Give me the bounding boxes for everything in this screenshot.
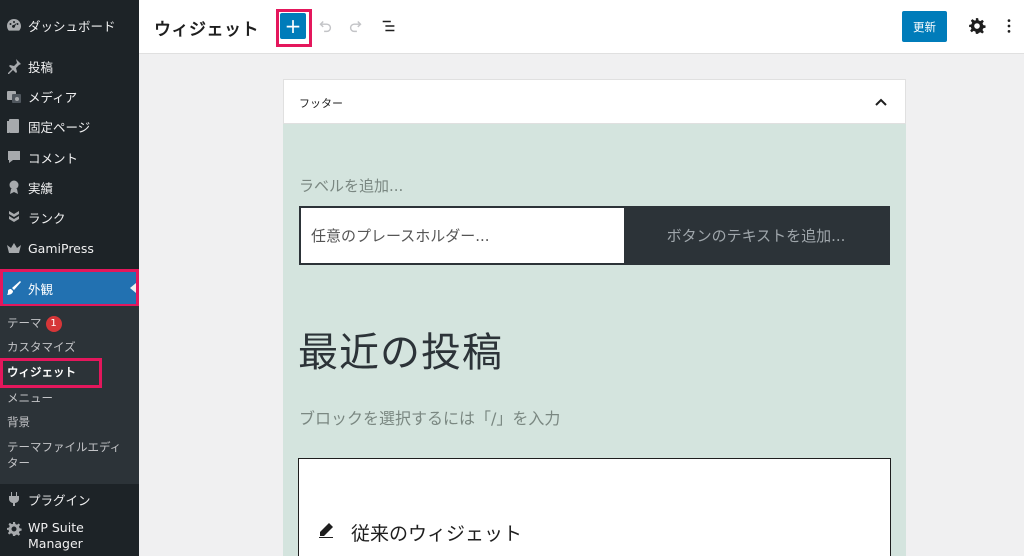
undo-button[interactable] xyxy=(315,16,335,36)
widget-area-title: フッター xyxy=(299,97,343,110)
search-label-placeholder[interactable]: ラベルを追加... xyxy=(299,175,403,196)
submenu-label: カスタマイズ xyxy=(7,340,76,354)
submenu-label: テーマ xyxy=(7,316,42,330)
gear-icon xyxy=(0,520,28,537)
menu-item-wp-suite-manager[interactable]: WP Suite Manager xyxy=(0,520,139,556)
appearance-submenu: テーマ 1 カスタマイズ ウィジェット メニュー 背景 テーマファイルエディター xyxy=(0,306,139,484)
widget-area-header[interactable]: フッター xyxy=(283,79,906,124)
undo-icon xyxy=(319,20,332,33)
crown-icon xyxy=(0,240,28,256)
submenu-label: テーマファイルエディター xyxy=(7,440,122,470)
page-title: ウィジェット xyxy=(154,20,259,40)
editor-header: ウィジェット + 更新 xyxy=(139,0,1024,54)
menu-item-plugins[interactable]: プラグイン xyxy=(0,484,139,514)
menu-item-gamipress[interactable]: GamiPress xyxy=(0,233,139,263)
menu-label: 固定ページ xyxy=(28,119,91,135)
submenu-background[interactable]: 背景 xyxy=(7,414,30,430)
search-block: ボタンのテキストを追加... xyxy=(299,206,890,265)
submenu-themes[interactable]: テーマ 1 xyxy=(7,315,62,332)
chevron-up-icon[interactable] xyxy=(874,95,888,109)
block-inserter-hint[interactable]: ブロックを選択するには「/」を入力 xyxy=(299,405,560,429)
pin-icon xyxy=(0,58,28,74)
menu-item-dashboard[interactable]: ダッシュボード xyxy=(0,10,139,40)
more-vertical-icon xyxy=(1007,19,1011,33)
submenu-widgets[interactable]: ウィジェット xyxy=(7,364,76,380)
search-button[interactable]: ボタンのテキストを追加... xyxy=(624,208,888,263)
redo-icon xyxy=(349,20,362,33)
menu-label: 外観 xyxy=(28,281,54,297)
submenu-theme-file-editor[interactable]: テーマファイルエディター xyxy=(7,439,132,471)
menu-item-comments[interactable]: コメント xyxy=(0,142,139,172)
menu-label: 投稿 xyxy=(28,59,54,75)
list-view-icon xyxy=(382,20,395,32)
menu-label: メディア xyxy=(28,89,78,105)
plugin-icon xyxy=(0,491,28,507)
menu-item-appearance[interactable]: 外観 xyxy=(0,272,139,304)
dashboard-icon xyxy=(0,17,28,33)
submenu-label: 背景 xyxy=(7,415,30,429)
menu-item-achievements[interactable]: 実績 xyxy=(0,172,139,202)
submenu-label: メニュー xyxy=(7,391,53,405)
page-icon xyxy=(0,118,28,134)
update-count-badge: 1 xyxy=(45,315,62,332)
menu-label: GamiPress xyxy=(28,240,94,256)
more-options-button[interactable] xyxy=(999,16,1019,36)
active-arrow-indicator xyxy=(130,283,136,293)
legacy-widget-block[interactable]: 従来のウィジェット xyxy=(298,458,891,556)
award-icon xyxy=(0,179,28,195)
menu-item-media[interactable]: メディア xyxy=(0,81,139,111)
widget-area-footer: フッター ラベルを追加... ボタンのテキストを追加... 最近の投稿 ブロック… xyxy=(283,79,906,556)
media-icon xyxy=(0,88,28,104)
list-view-button[interactable] xyxy=(379,16,399,36)
add-block-button[interactable]: + xyxy=(280,13,306,39)
menu-item-rank[interactable]: ランク xyxy=(0,202,139,232)
recent-posts-heading[interactable]: 最近の投稿 xyxy=(298,320,503,378)
redo-button[interactable] xyxy=(346,16,366,36)
search-input[interactable] xyxy=(301,208,624,263)
admin-sidebar: ダッシュボード 投稿 メディア 固定ページ コメント 実績 ランク GamiPr… xyxy=(0,0,139,556)
submenu-customize[interactable]: カスタマイズ xyxy=(7,339,76,355)
menu-label: コメント xyxy=(28,150,79,166)
gear-icon xyxy=(969,18,986,34)
menu-item-pages[interactable]: 固定ページ xyxy=(0,111,139,141)
submenu-menus[interactable]: メニュー xyxy=(7,390,53,406)
update-button[interactable]: 更新 xyxy=(902,11,947,42)
legacy-widget-label: 従来のウィジェット xyxy=(351,523,523,545)
pencil-icon xyxy=(319,523,333,538)
menu-label: WP Suite Manager xyxy=(28,520,84,551)
menu-label: ダッシュボード xyxy=(28,18,116,34)
menu-label: プラグイン xyxy=(28,492,91,508)
settings-button[interactable] xyxy=(967,16,987,36)
submenu-label: ウィジェット xyxy=(7,365,76,379)
menu-label: ランク xyxy=(28,210,66,226)
comment-icon xyxy=(0,149,28,165)
brush-icon xyxy=(0,280,28,296)
rank-icon xyxy=(0,209,28,225)
menu-item-posts[interactable]: 投稿 xyxy=(0,51,139,81)
menu-label: 実績 xyxy=(28,180,54,196)
